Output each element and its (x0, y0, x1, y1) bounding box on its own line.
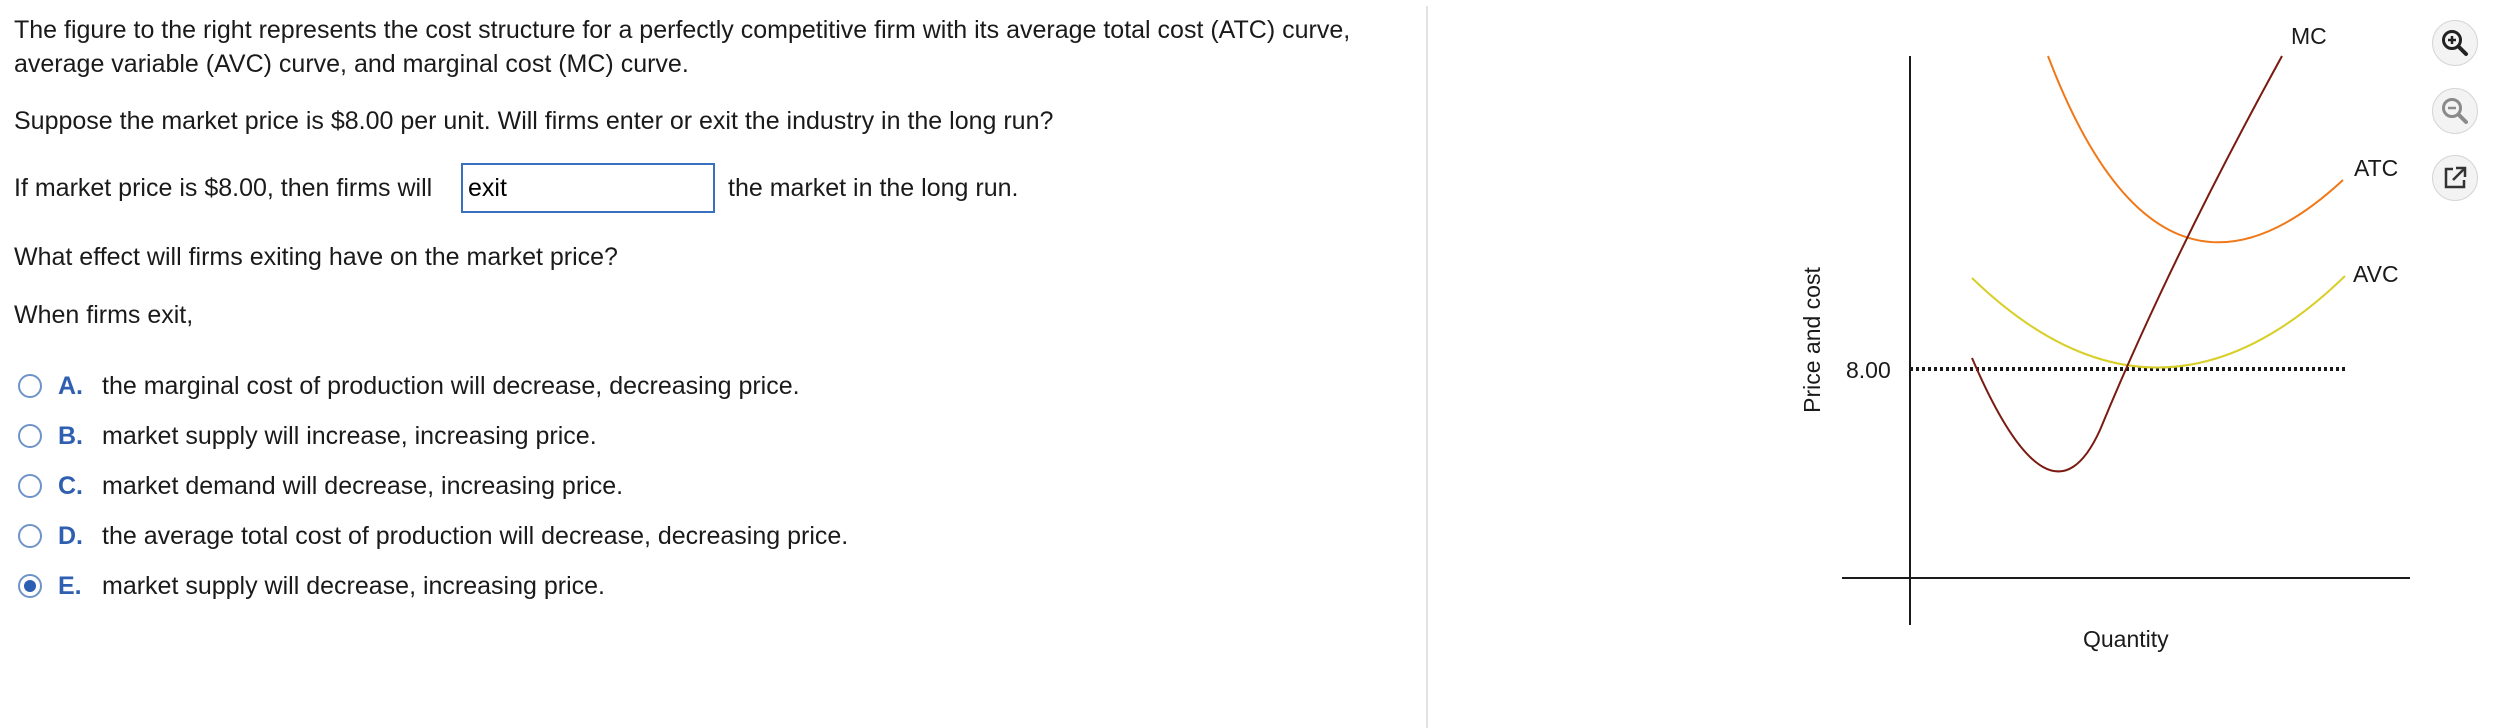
choice-e[interactable]: E. market supply will decrease, increasi… (18, 568, 605, 604)
choice-letter: A. (58, 371, 83, 400)
intro-line-1: The figure to the right represents the c… (14, 16, 1351, 44)
choice-a[interactable]: A. the marginal cost of production will … (18, 368, 800, 404)
choice-letter: C. (58, 471, 83, 500)
mc-label: MC (2291, 23, 2327, 49)
question-panel: The figure to the right represents the c… (0, 0, 1425, 728)
fill-before-text: If market price is $8.00, then firms wil… (14, 174, 433, 202)
popout-icon (2444, 166, 2467, 189)
x-axis-label: Quantity (2083, 626, 2169, 652)
choice-text: the marginal cost of production will dec… (102, 371, 800, 400)
answer-dropdown[interactable]: exit (461, 163, 715, 213)
prompt-price-effect: What effect will firms exiting have on t… (14, 243, 618, 271)
choice-c[interactable]: C. market demand will decrease, increasi… (18, 468, 623, 504)
atc-label: ATC (2354, 155, 2398, 181)
atc-curve (2047, 55, 2344, 244)
zoom-out-button[interactable] (2432, 88, 2478, 134)
choice-d[interactable]: D. the average total cost of production … (18, 518, 848, 554)
y-axis-label: Price and cost (1800, 267, 1825, 413)
cost-curves-graph: 8.00 MC ATC AVC Quantity Price and cost (1800, 0, 2450, 728)
choice-b[interactable]: B. market supply will increase, increasi… (18, 418, 597, 454)
price-tick-label: 8.00 (1846, 357, 1891, 383)
zoom-in-icon (2442, 30, 2468, 56)
graph-svg: 8.00 MC ATC AVC Quantity Price and cost (1800, 23, 2410, 652)
popout-button[interactable] (2432, 155, 2478, 201)
choice-letter: E. (58, 571, 82, 600)
choice-text: the average total cost of production wil… (102, 521, 849, 550)
choice-text: market demand will decrease, increasing … (102, 471, 624, 500)
choice-text: market supply will increase, increasing … (102, 421, 597, 450)
avc-label: AVC (2353, 261, 2399, 287)
mc-curve (1971, 55, 2283, 473)
choice-text: market supply will decrease, increasing … (102, 571, 605, 600)
radio-c[interactable] (18, 474, 42, 498)
radio-e[interactable] (18, 574, 42, 598)
radio-d[interactable] (18, 524, 42, 548)
prompt-lead: When firms exit, (14, 301, 194, 329)
avc-curve (1971, 275, 2346, 369)
panel-divider (1426, 6, 1428, 728)
choice-letter: B. (58, 421, 83, 450)
zoom-in-button[interactable] (2432, 20, 2478, 66)
fill-after-text: the market in the long run. (728, 174, 1019, 202)
intro-line-2: average variable (AVC) curve, and margin… (14, 50, 689, 78)
radio-b[interactable] (18, 424, 42, 448)
prompt-enter-exit: Suppose the market price is $8.00 per un… (14, 107, 1054, 135)
radio-a[interactable] (18, 374, 42, 398)
zoom-out-icon (2442, 98, 2468, 124)
choice-letter: D. (58, 521, 83, 550)
